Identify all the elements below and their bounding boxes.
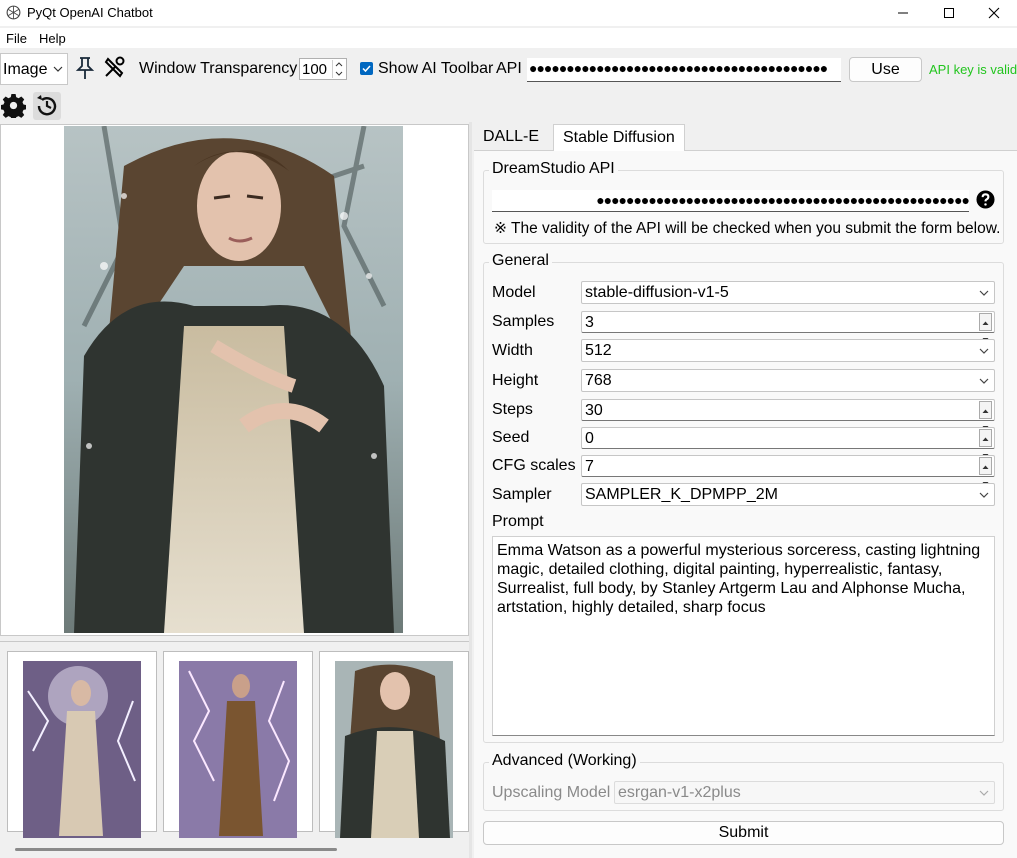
api-label: API: [496, 60, 522, 77]
use-button[interactable]: Use: [849, 57, 922, 82]
menu-bar: File Help: [0, 28, 1017, 48]
samples-label: Samples: [492, 313, 555, 330]
generated-image-preview: [64, 126, 403, 633]
samples-spinbox[interactable]: 3: [581, 311, 995, 342]
cfg-scales-spinbox[interactable]: 7: [581, 455, 995, 486]
thumbnail-2[interactable]: [163, 651, 313, 838]
chevron-down-icon: [53, 66, 63, 72]
spin-up-icon[interactable]: [333, 60, 345, 69]
transparency-label: Window Transparency: [139, 60, 298, 77]
upscaling-model-value: esrgan-v1-x2plus: [618, 784, 741, 801]
maximize-button[interactable]: [926, 0, 972, 26]
close-button[interactable]: [971, 0, 1017, 26]
settings-icon[interactable]: [1, 93, 26, 118]
prompt-textarea[interactable]: Emma Watson as a powerful mysterious sor…: [492, 536, 995, 736]
sampler-label: Sampler: [492, 486, 552, 503]
close-icon: [988, 7, 1000, 19]
spin-arrows[interactable]: [979, 457, 992, 486]
pane-splitter[interactable]: [469, 122, 472, 858]
width-select[interactable]: 512: [581, 339, 995, 362]
height-select[interactable]: 768: [581, 369, 995, 392]
chevron-down-icon: [979, 790, 989, 796]
transparency-spinbox[interactable]: 100: [299, 58, 347, 80]
history-icon[interactable]: [33, 92, 61, 120]
spin-up-icon[interactable]: [980, 407, 991, 415]
advanced-title: Advanced (Working): [489, 752, 640, 770]
check-icon: [362, 65, 371, 73]
menu-help[interactable]: Help: [39, 31, 66, 46]
help-icon[interactable]: [976, 190, 995, 209]
tab-stable-diffusion[interactable]: Stable Diffusion: [553, 124, 685, 152]
seed-label: Seed: [492, 429, 530, 446]
sampler-value: SAMPLER_K_DPMPP_2M: [585, 486, 778, 503]
spin-up-icon[interactable]: [980, 463, 991, 471]
general-title: General: [489, 252, 552, 270]
steps-label: Steps: [492, 401, 533, 418]
maximize-icon: [944, 8, 954, 18]
steps-spinbox[interactable]: 30: [581, 399, 995, 430]
model-label: Model: [492, 284, 536, 301]
menu-file[interactable]: File: [6, 31, 27, 46]
width-label: Width: [492, 342, 533, 359]
prompt-label: Prompt: [492, 513, 544, 530]
tab-dall-e[interactable]: DALL-E: [474, 124, 548, 151]
title-bar: PyQt OpenAI Chatbot: [0, 0, 1017, 26]
spin-arrows[interactable]: [979, 429, 992, 458]
show-ai-toolbar-label: Show AI Toolbar: [378, 60, 494, 77]
sampler-select[interactable]: SAMPLER_K_DPMPP_2M: [581, 483, 995, 506]
cfg-scales-label: CFG scales: [492, 457, 576, 474]
steps-value: 30: [585, 402, 603, 419]
seed-value: 0: [585, 430, 594, 447]
chevron-down-icon: [979, 492, 989, 498]
minimize-icon: [898, 12, 908, 14]
model-value: stable-diffusion-v1-5: [585, 284, 729, 301]
pin-icon[interactable]: [72, 55, 98, 81]
model-tabs: DALL-E Stable Diffusion: [474, 124, 1017, 152]
model-select[interactable]: stable-diffusion-v1-5: [581, 281, 995, 304]
horizontal-scrollbar[interactable]: [15, 848, 337, 851]
tools-icon[interactable]: [101, 55, 127, 81]
thumbnail-image-2: [179, 661, 297, 838]
samples-value: 3: [585, 314, 594, 331]
chevron-down-icon: [979, 378, 989, 384]
dreamstudio-key-input[interactable]: ●●●●●●●●●●●●●●●●●●●●●●●●●●●●●●●●●●●●●●●●…: [492, 190, 969, 212]
dreamstudio-title: DreamStudio API: [489, 160, 618, 178]
cfg-scales-value: 7: [585, 458, 594, 475]
window-title: PyQt OpenAI Chatbot: [27, 5, 153, 20]
openai-logo-icon: [6, 5, 21, 20]
thumbnail-1[interactable]: [7, 651, 157, 838]
thumbnail-3[interactable]: [319, 651, 469, 838]
show-ai-toolbar-checkbox[interactable]: [360, 62, 373, 75]
transparency-value: 100: [302, 61, 328, 78]
upscaling-model-select[interactable]: esrgan-v1-x2plus: [614, 781, 995, 804]
submit-button[interactable]: Submit: [483, 821, 1004, 845]
height-label: Height: [492, 372, 539, 389]
spin-down-icon[interactable]: [333, 69, 345, 78]
spin-up-icon[interactable]: [980, 435, 991, 443]
upscaling-model-label: Upscaling Model: [492, 784, 611, 801]
minimize-button[interactable]: [880, 0, 926, 26]
thumbnail-strip[interactable]: [0, 641, 469, 858]
spin-arrows[interactable]: [979, 401, 992, 430]
image-viewer: [0, 124, 469, 636]
mode-select[interactable]: Image: [0, 53, 68, 85]
spin-arrows[interactable]: [979, 313, 992, 342]
spin-arrows[interactable]: [332, 60, 345, 78]
thumbnail-image-1: [23, 661, 141, 838]
spin-up-icon[interactable]: [980, 319, 991, 327]
api-key-input[interactable]: ●●●●●●●●●●●●●●●●●●●●●●●●●●●●●●●●●●●●●●●●: [527, 58, 841, 82]
thumbnail-image-3: [335, 661, 453, 838]
width-value: 512: [585, 342, 612, 359]
chevron-down-icon: [979, 348, 989, 354]
chevron-down-icon: [979, 290, 989, 296]
api-status-text: API key is valid: [929, 62, 1017, 77]
secondary-toolbar: [0, 90, 1017, 122]
mode-select-value: Image: [3, 61, 48, 78]
height-value: 768: [585, 372, 612, 389]
dreamstudio-note: ※ The validity of the API will be checke…: [494, 220, 1001, 237]
seed-spinbox[interactable]: 0: [581, 427, 995, 458]
